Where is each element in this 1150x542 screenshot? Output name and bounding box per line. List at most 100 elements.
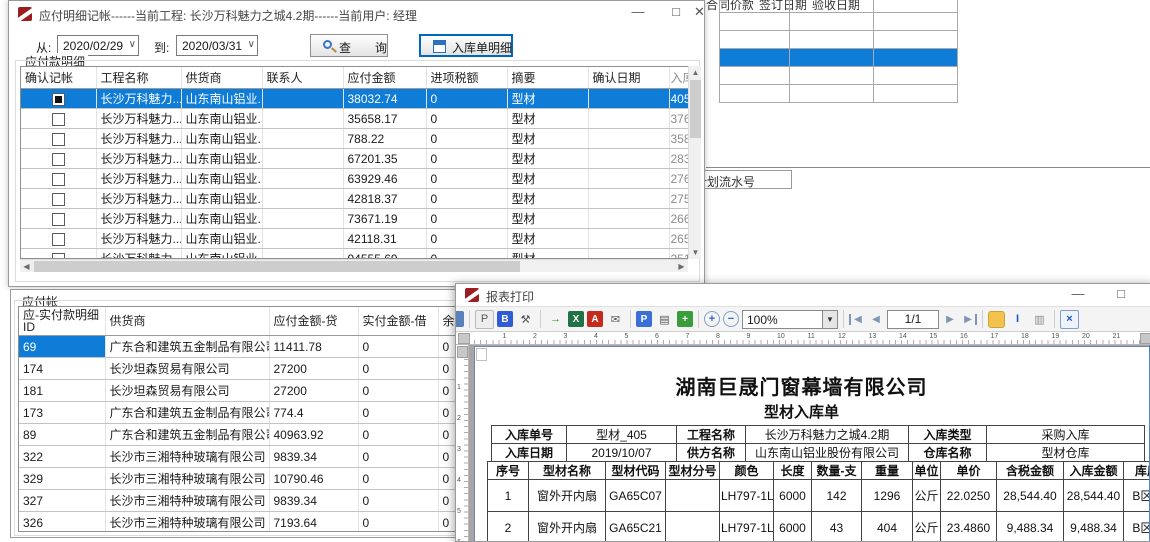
close-button[interactable]: ✕ xyxy=(693,1,706,25)
col-project[interactable]: 工程名称 xyxy=(96,67,181,89)
report-preview-area[interactable]: 湖南巨晟门窗幕墙有限公司 型材入库单 入库单号型材_405工程名称长沙万科魅力之… xyxy=(469,345,1150,541)
scroll-left-icon[interactable]: ◀ xyxy=(20,260,33,273)
table-row[interactable]: 326长沙市三湘特种玻璃有限公司7193.6400 xyxy=(19,512,497,533)
checkbox-checked[interactable] xyxy=(52,93,65,106)
scroll-up-icon[interactable]: ▲ xyxy=(689,66,702,79)
col-amount[interactable]: 应付金额 xyxy=(343,67,426,89)
checkbox-unchecked[interactable] xyxy=(52,113,65,126)
checkbox-unchecked[interactable] xyxy=(52,153,65,166)
chevron-down-icon[interactable]: ▼ xyxy=(822,311,837,328)
col-payable-credit[interactable]: 应付金额-贷 xyxy=(269,307,358,336)
table-row[interactable]: 长沙万科魅力...山东南山铝业...63929.460型材276 xyxy=(21,169,688,189)
table-row[interactable]: 长沙万科魅力...山东南山铝业...38032.740型材405 xyxy=(21,89,688,109)
table-row[interactable]: 174长沙坦森贸易有限公司2720000 xyxy=(19,358,497,380)
table-row[interactable]: 长沙万科魅力...山东南山铝业...788.220型材358 xyxy=(21,129,688,149)
col-supplier[interactable]: 供货商 xyxy=(181,67,262,89)
zoom-in-icon[interactable]: + xyxy=(704,311,720,327)
query-button[interactable]: 查 询 xyxy=(310,34,388,57)
scroll-right-icon[interactable]: ▶ xyxy=(675,260,688,273)
table-row[interactable] xyxy=(720,0,958,13)
scrollbar-thumb[interactable] xyxy=(34,261,520,272)
col-contact[interactable]: 联系人 xyxy=(262,67,343,89)
mail-icon[interactable]: ✉ xyxy=(606,310,625,329)
ruler-slider[interactable] xyxy=(457,346,468,358)
table-row[interactable]: 1窗外开内扇GA65C07LH797-1LL60001421296公斤22.02… xyxy=(488,480,1150,512)
tools-icon[interactable]: ⚒ xyxy=(516,310,535,329)
book-icon[interactable]: B xyxy=(497,311,513,327)
table-row[interactable] xyxy=(720,31,958,49)
close-preview-icon[interactable]: × xyxy=(1060,310,1079,329)
col-inbound-amount: 入库金额 xyxy=(1064,462,1124,480)
page-number-box[interactable]: 1/1 xyxy=(887,310,939,329)
next-page-icon[interactable]: ▶ xyxy=(942,314,958,325)
col-supplier[interactable]: 供货商 xyxy=(105,307,269,336)
horizontal-scrollbar[interactable]: ◀ ▶ xyxy=(20,259,688,272)
table-export-icon[interactable]: + xyxy=(677,311,693,327)
table-row[interactable]: 322长沙市三湘特种玻璃有限公司9839.3400 xyxy=(19,446,497,468)
to-label: 到: xyxy=(154,39,169,56)
vertical-scrollbar[interactable]: ▲ ▼ xyxy=(688,66,701,259)
page-view-icon[interactable]: ▤ xyxy=(655,310,674,329)
table-row[interactable]: 327长沙市三湘特种玻璃有限公司9839.3400 xyxy=(19,490,497,512)
zoom-select[interactable]: 100% ▼ xyxy=(742,310,838,329)
scroll-down-icon[interactable]: ▼ xyxy=(689,246,702,259)
table-row[interactable]: 入库日期2019/10/07供方名称山东南山铝业股份有限公司仓库名称型材仓库 xyxy=(492,444,1145,462)
ruler-number: 15 xyxy=(930,333,938,340)
table-row[interactable]: 长沙万科魅力...山东南山铝业...67201.350型材283 xyxy=(21,149,688,169)
maximize-button[interactable]: □ xyxy=(1104,283,1138,307)
checkbox-unchecked[interactable] xyxy=(52,133,65,146)
print-setup-icon[interactable]: P xyxy=(636,311,652,327)
to-date-combo[interactable]: 2020/03/31 ∨ xyxy=(176,35,258,56)
col-inbound[interactable]: 入库 xyxy=(669,67,688,89)
zoom-out-icon[interactable]: − xyxy=(723,311,739,327)
first-page-icon[interactable]: ◀ xyxy=(849,314,865,325)
plan-serial-field[interactable]: 计划流水号 xyxy=(690,170,792,189)
table-row[interactable]: 173广东合和建筑五金制品有限公司774.400 xyxy=(19,402,497,424)
col-detail-id[interactable]: 应-实付款明细ID xyxy=(19,307,105,336)
scrollbar-thumb[interactable] xyxy=(690,80,701,138)
prev-page-icon[interactable]: ◀ xyxy=(868,314,884,325)
checkbox-unchecked[interactable] xyxy=(52,213,65,226)
table-row[interactable]: 329长沙市三湘特种玻璃有限公司10790.4600 xyxy=(19,468,497,490)
table-row[interactable] xyxy=(720,13,958,31)
col-confirm-date[interactable]: 确认日期 xyxy=(588,67,669,89)
ruler-slider[interactable] xyxy=(458,333,470,344)
table-row[interactable]: 69广东合和建筑五金制品有限公司11411.7800 xyxy=(19,336,497,358)
table-row[interactable]: 长沙万科魅力...山东南山铝业...35658.170型材376 xyxy=(21,109,688,129)
inbound-detail-button[interactable]: 入库单明细 xyxy=(419,34,513,57)
copy-page-icon[interactable]: ▥ xyxy=(1030,310,1049,329)
print-icon[interactable]: P xyxy=(475,310,494,329)
col-paid-debit[interactable]: 实付金额-借 xyxy=(358,307,438,336)
titlebar[interactable]: 报表打印 — □ xyxy=(456,284,1150,306)
pdf-icon[interactable]: A xyxy=(587,311,603,327)
last-page-icon[interactable]: ▶ xyxy=(961,314,977,325)
checkbox-unchecked[interactable] xyxy=(52,193,65,206)
open-report-icon[interactable] xyxy=(456,311,464,327)
col-confirm[interactable]: 确认记帐 xyxy=(21,67,96,89)
table-row[interactable]: 入库单号型材_405工程名称长沙万科魅力之城4.2期入库类型采购入库 xyxy=(492,426,1145,444)
chevron-down-icon[interactable]: ∨ xyxy=(129,39,136,50)
checkbox-unchecked[interactable] xyxy=(52,173,65,186)
export-icon[interactable]: → xyxy=(546,310,565,329)
table-row[interactable]: 长沙万科魅力...山东南山铝业...94555.690型材251 xyxy=(21,249,688,260)
checkbox-unchecked[interactable] xyxy=(52,233,65,246)
table-row[interactable]: 长沙万科魅力...山东南山铝业...42118.310型材265 xyxy=(21,229,688,249)
table-row[interactable]: 2窗外开内扇GA65C21LH797-1LL600043404公斤23.4860… xyxy=(488,512,1150,542)
table-row[interactable] xyxy=(720,67,958,85)
table-row[interactable]: 181长沙坦森贸易有限公司2720000 xyxy=(19,380,497,402)
minimize-button[interactable]: — xyxy=(621,1,655,25)
table-row[interactable] xyxy=(720,85,958,103)
col-tax[interactable]: 进项税额 xyxy=(426,67,507,89)
table-row[interactable]: 长沙万科魅力...山东南山铝业...73671.190型材266 xyxy=(21,209,688,229)
table-row[interactable]: 89广东合和建筑五金制品有限公司40963.9200 xyxy=(19,424,497,446)
titlebar[interactable]: 应付明细记帐------当前工程: 长沙万科魅力之城4.2期------当前用户… xyxy=(9,1,704,27)
table-row[interactable]: 长沙万科魅力...山东南山铝业...42818.370型材275 xyxy=(21,189,688,209)
hand-tool-icon[interactable] xyxy=(988,311,1005,328)
table-row[interactable] xyxy=(720,49,958,67)
minimize-button[interactable]: — xyxy=(1061,283,1095,307)
maximize-button[interactable]: □ xyxy=(659,1,693,25)
chevron-down-icon[interactable]: ∨ xyxy=(248,39,255,50)
select-text-icon[interactable]: I xyxy=(1008,310,1027,329)
excel-icon[interactable]: X xyxy=(568,311,584,327)
col-summary[interactable]: 摘要 xyxy=(507,67,588,89)
